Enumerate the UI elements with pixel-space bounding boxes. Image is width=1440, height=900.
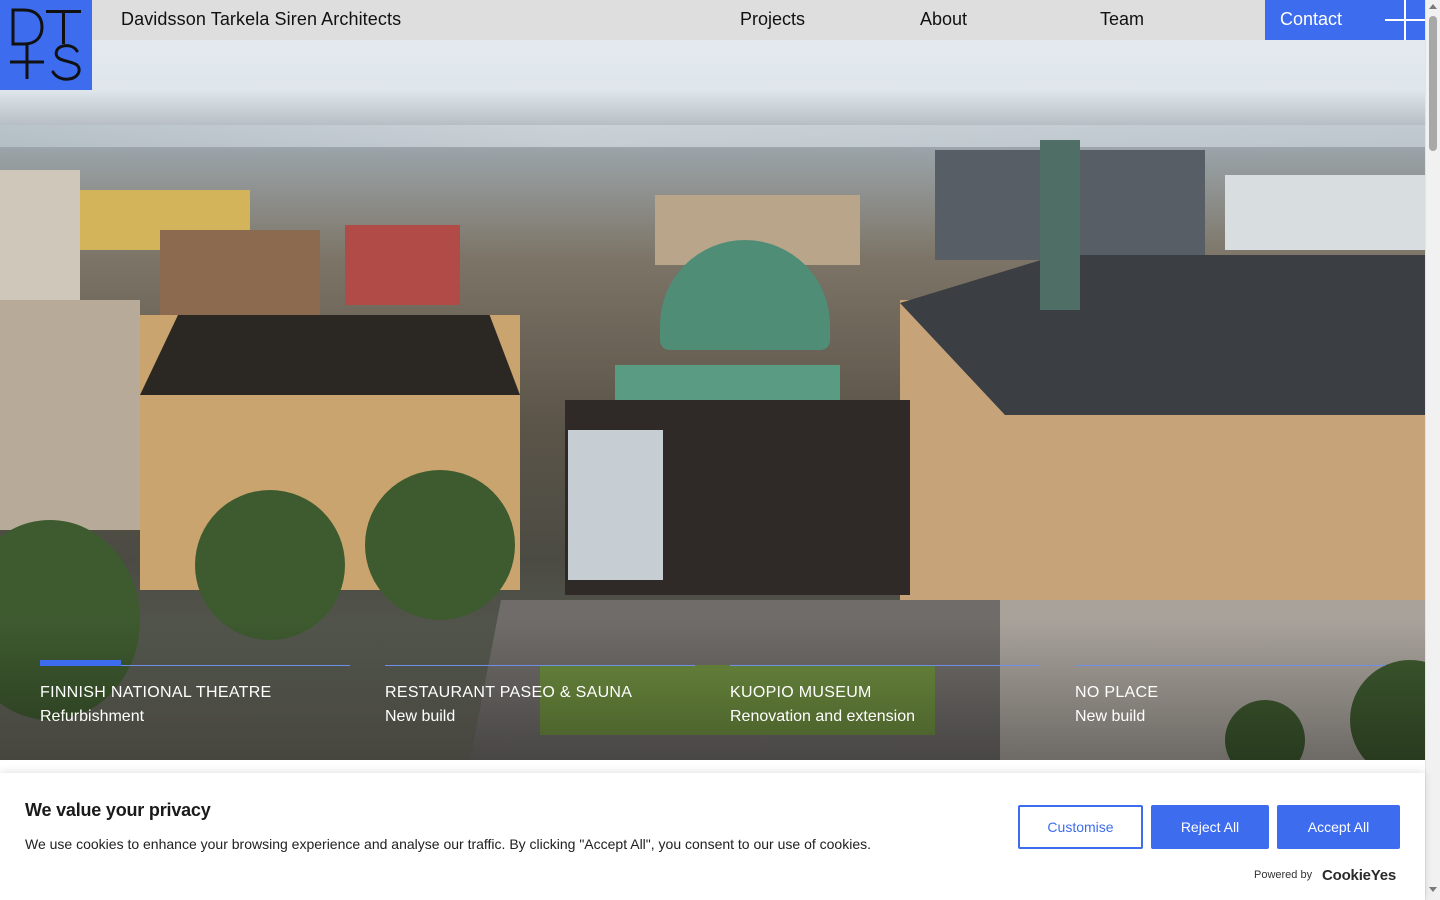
dts-logo-icon[interactable]	[0, 0, 92, 90]
powered-by-label: Powered by	[1254, 869, 1313, 881]
plus-icon	[1385, 0, 1425, 40]
project-title: RESTAURANT PASEO & SAUNA	[385, 684, 633, 701]
hero-image: FINNISH NATIONAL THEATRE Refurbishment R…	[0, 0, 1425, 760]
project-progress-track	[385, 665, 695, 666]
site-header: Davidsson Tarkela Siren Architects Proje…	[0, 0, 1425, 40]
nav-projects[interactable]: Projects	[740, 9, 805, 30]
cookie-text: We use cookies to enhance your browsing …	[25, 836, 871, 852]
cookie-consent-banner: We value your privacy We use cookies to …	[0, 773, 1425, 900]
accept-all-button[interactable]: Accept All	[1277, 805, 1400, 849]
project-title: FINNISH NATIONAL THEATRE	[40, 684, 272, 701]
page-scrollbar[interactable]	[1425, 0, 1440, 900]
project-progress-fill	[40, 660, 121, 666]
nav-team[interactable]: Team	[1100, 9, 1144, 30]
project-subtitle: New build	[1075, 708, 1146, 725]
scroll-up-icon[interactable]	[1429, 4, 1437, 9]
project-progress-track	[1075, 665, 1385, 666]
scrollbar-thumb[interactable]	[1429, 16, 1437, 151]
project-subtitle: Renovation and extension	[730, 708, 916, 725]
reject-all-button[interactable]: Reject All	[1151, 805, 1269, 849]
project-progress-track	[730, 665, 1040, 666]
project-title: KUOPIO MUSEUM	[730, 684, 872, 701]
nav-about[interactable]: About	[920, 9, 967, 30]
project-title: NO PLACE	[1075, 684, 1159, 701]
firm-name[interactable]: Davidsson Tarkela Siren Architects	[121, 9, 401, 30]
contact-label: Contact	[1280, 9, 1343, 29]
project-subtitle: New build	[385, 708, 456, 725]
contact-button[interactable]: Contact	[1265, 0, 1425, 40]
cookie-heading: We value your privacy	[25, 800, 211, 820]
customise-button[interactable]: Customise	[1018, 805, 1143, 849]
scroll-down-icon[interactable]	[1429, 887, 1437, 892]
project-subtitle: Refurbishment	[40, 708, 145, 725]
cookieyes-logo[interactable]: CookieYes	[1322, 867, 1396, 884]
